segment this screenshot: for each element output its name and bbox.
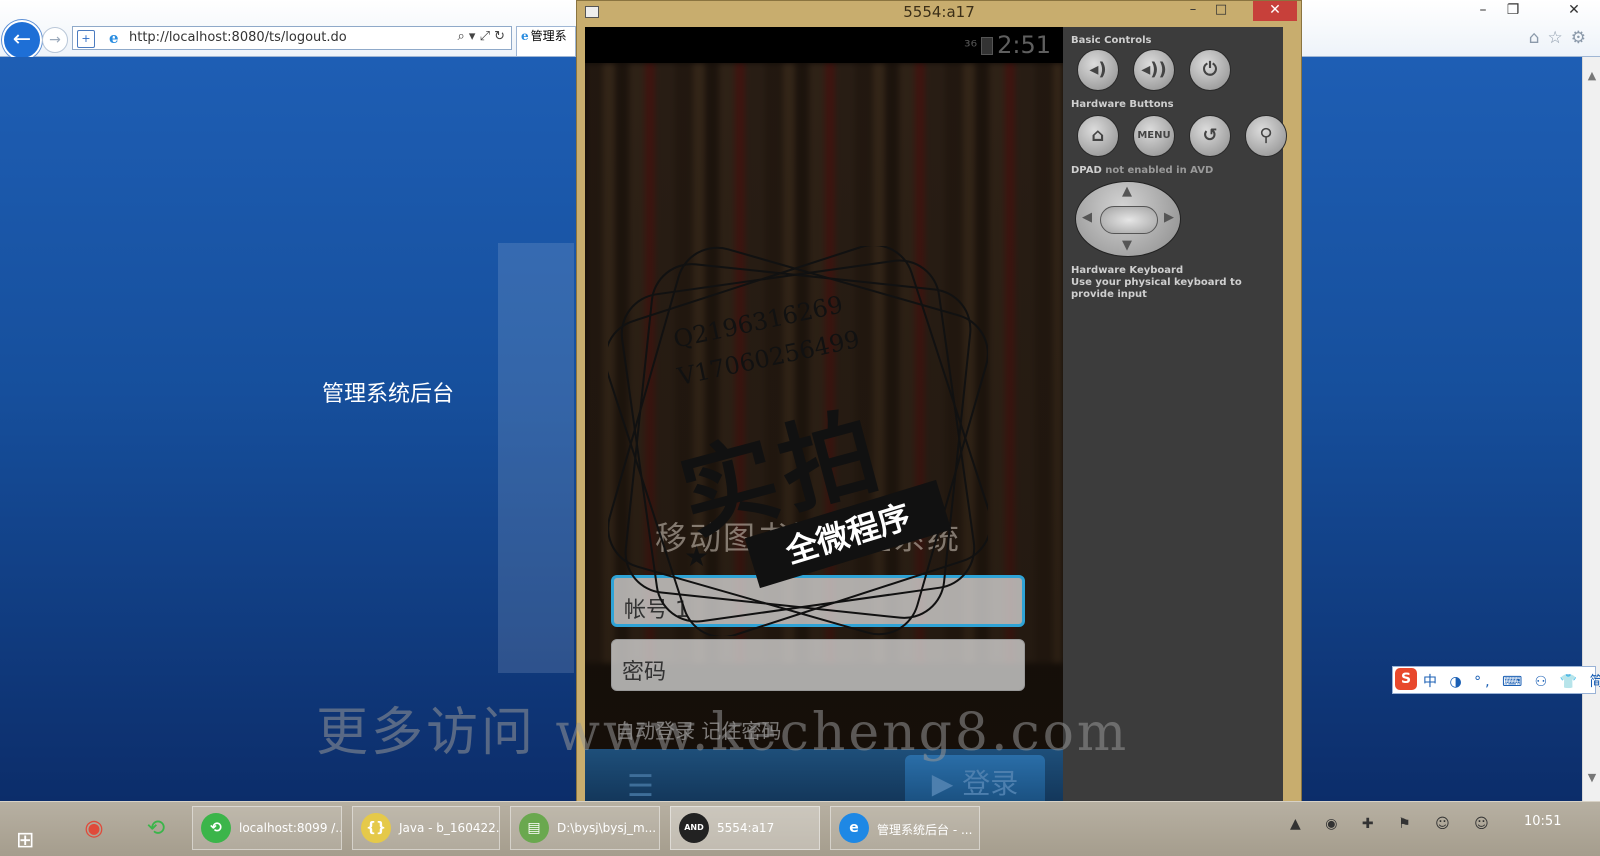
task-emulator[interactable]: AND 5554:a17 bbox=[670, 806, 820, 850]
ime-toolbar[interactable]: S 中 ◑ °, ⌨ ⚇ 👕 简 🔧 bbox=[1392, 666, 1600, 694]
chrome-icon[interactable]: ◉ bbox=[74, 810, 114, 848]
forward-arrow-icon[interactable]: → bbox=[42, 27, 68, 53]
menu-button[interactable]: MENU bbox=[1133, 115, 1175, 157]
back-arrow-icon[interactable]: ← bbox=[2, 20, 42, 60]
keyboard-label: Hardware Keyboard bbox=[1071, 265, 1184, 276]
task-folder[interactable]: ▤ D:\bysj\bysj_m... bbox=[510, 806, 660, 850]
battery-icon bbox=[981, 37, 993, 55]
emulator-close-icon[interactable]: ✕ bbox=[1253, 1, 1297, 21]
restore-icon[interactable]: ❐ bbox=[1500, 0, 1526, 22]
login-label: 登录 bbox=[962, 767, 1019, 800]
volume-up-icon[interactable]: ◂)) bbox=[1133, 49, 1175, 91]
address-bar[interactable]: + e http://localhost:8080/ts/logout.do ⌕… bbox=[72, 26, 512, 50]
task-localhost-label: localhost:8099 /... bbox=[239, 821, 342, 835]
tab-ie-icon: e bbox=[521, 29, 529, 43]
task-localhost-icon: ⟲ bbox=[201, 813, 231, 843]
menu-list-icon[interactable]: ☰ bbox=[627, 772, 654, 802]
task-folder-label: D:\bysj\bysj_m... bbox=[557, 821, 657, 835]
task-ie-label: 管理系统后台 - ... bbox=[877, 823, 973, 837]
home-favorites-settings-icons[interactable]: ⌂☆⚙ bbox=[1529, 28, 1594, 48]
emulator-minimize-icon[interactable]: – bbox=[1179, 1, 1207, 21]
task-java-ide-label: Java - b_160422... bbox=[399, 821, 500, 835]
360-browser-icon[interactable]: ⟲ bbox=[136, 810, 176, 848]
dpad-center[interactable] bbox=[1100, 206, 1158, 234]
app-title: 移动图书馆管理系统 bbox=[655, 519, 962, 557]
task-emulator-icon: AND bbox=[679, 813, 709, 843]
task-localhost[interactable]: ⟲ localhost:8099 /... bbox=[192, 806, 342, 850]
emulator-window-icon[interactable] bbox=[585, 6, 599, 18]
volume-down-icon[interactable]: ◂) bbox=[1077, 49, 1119, 91]
emulator-maximize-icon[interactable]: □ bbox=[1207, 1, 1235, 21]
task-ie-icon: e bbox=[839, 813, 869, 843]
password-input[interactable]: 密码 bbox=[611, 639, 1025, 691]
scroll-up-icon[interactable]: ▲ bbox=[1583, 67, 1600, 85]
dpad-up-icon[interactable]: ▲ bbox=[1122, 184, 1132, 199]
android-status-bar: ³⁶ 2:51 bbox=[585, 27, 1063, 63]
system-tray-icons[interactable]: ▲ ◉ ✚ ⚑ ☺ ☺ bbox=[1290, 816, 1499, 832]
minimize-icon[interactable]: – bbox=[1470, 0, 1496, 22]
page-title: 管理系统后台 bbox=[322, 382, 455, 407]
remember-options[interactable]: 自动登录 记住密码 bbox=[615, 715, 781, 744]
scroll-down-icon[interactable]: ▼ bbox=[1583, 769, 1600, 787]
dpad-down-icon[interactable]: ▼ bbox=[1122, 238, 1132, 253]
ie-logo-icon: e bbox=[109, 29, 119, 47]
search-icon[interactable]: ⚲ bbox=[1245, 115, 1287, 157]
windows-start-icon[interactable]: ⊞ bbox=[16, 828, 42, 853]
close-icon[interactable]: ✕ bbox=[1552, 0, 1596, 22]
hardware-buttons-label: Hardware Buttons bbox=[1071, 99, 1174, 110]
screen-shade bbox=[585, 63, 1063, 821]
signal-icon: ³⁶ bbox=[964, 37, 977, 56]
power-icon[interactable]: ⏻ bbox=[1189, 49, 1231, 91]
dpad-right-icon[interactable]: ▶ bbox=[1164, 210, 1174, 225]
sogou-logo-icon[interactable]: S bbox=[1395, 668, 1417, 690]
url-text[interactable]: http://localhost:8080/ts/logout.do bbox=[129, 30, 347, 45]
back-icon[interactable]: ↺ bbox=[1189, 115, 1231, 157]
dpad-note: not enabled in AVD bbox=[1105, 165, 1214, 176]
ime-tools[interactable]: 中 ◑ °, ⌨ ⚇ 👕 简 🔧 bbox=[1423, 671, 1600, 691]
status-time: 2:51 bbox=[997, 31, 1051, 59]
dpad-title: DPAD bbox=[1071, 165, 1102, 176]
emulator-window: 5554:a17 – □ ✕ ³⁶ 2:51 移动图书馆管理系统 帐号 1 密码… bbox=[576, 0, 1302, 821]
task-java-ide[interactable]: {} Java - b_160422... bbox=[352, 806, 500, 850]
address-tools-icons[interactable]: ⌕ ▾ ⤢ ↻ bbox=[458, 29, 506, 44]
dpad-left-icon[interactable]: ◀ bbox=[1082, 210, 1092, 225]
basic-controls-label: Basic Controls bbox=[1071, 35, 1152, 46]
compat-shield-icon[interactable]: + bbox=[77, 30, 95, 48]
emulator-controls-panel: Basic Controls ◂) ◂)) ⏻ Hardware Buttons… bbox=[1063, 27, 1287, 821]
dpad-control[interactable]: ▲ ▼ ◀ ▶ bbox=[1075, 181, 1181, 257]
dpad-label: DPAD not enabled in AVD bbox=[1071, 165, 1213, 176]
task-ie[interactable]: e 管理系统后台 - ... bbox=[830, 806, 980, 850]
tab-title: 管理系 bbox=[530, 29, 567, 43]
clock: 10:51 bbox=[1524, 814, 1562, 829]
background-window-ghost bbox=[498, 243, 574, 673]
home-icon[interactable]: ⌂ bbox=[1077, 115, 1119, 157]
keyboard-description: Use your physical keyboard to provide in… bbox=[1071, 277, 1242, 300]
task-folder-icon: ▤ bbox=[519, 813, 549, 843]
taskbar: ⊞ ◉ ⟲ ⟲ localhost:8099 /... {} Java - b_160… bbox=[0, 801, 1600, 856]
browser-tab[interactable]: e 管理系 bbox=[516, 26, 576, 56]
task-emulator-label: 5554:a17 bbox=[717, 821, 775, 835]
android-screen: ³⁶ 2:51 移动图书馆管理系统 帐号 1 密码 自动登录 记住密码 ☰ ▶ … bbox=[585, 27, 1063, 821]
keyboard-note: Hardware Keyboard Use your physical keyb… bbox=[1071, 265, 1283, 301]
task-java-ide-icon: {} bbox=[361, 813, 391, 843]
username-input[interactable]: 帐号 1 bbox=[611, 575, 1025, 627]
